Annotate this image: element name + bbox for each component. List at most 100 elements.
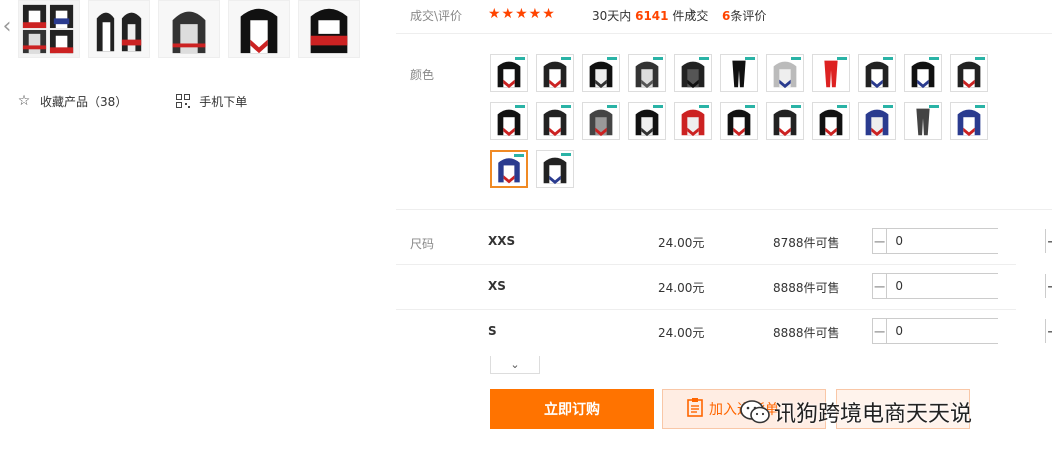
plus-icon[interactable]: + xyxy=(1045,274,1052,298)
size-stock: 8888件可售 xyxy=(773,281,840,295)
tag-marker xyxy=(607,105,617,108)
product-options-panel: 成交\评价 ★★★★★ 30天内 6141 件成交 6条评价 颜色 尺码 XXS… xyxy=(396,0,1052,460)
review-count-link[interactable]: 6条评价 xyxy=(722,7,766,24)
tag-marker xyxy=(791,105,801,108)
qr-code-icon xyxy=(175,93,191,109)
color-swatch[interactable] xyxy=(536,150,574,188)
color-swatch[interactable] xyxy=(490,102,528,140)
watermark-text: 讯狗跨境电商天天说 xyxy=(774,402,973,427)
tag-marker xyxy=(975,57,985,60)
size-stock: 8788件可售 xyxy=(773,236,840,250)
color-swatch[interactable] xyxy=(490,54,528,92)
color-swatch[interactable] xyxy=(582,102,620,140)
size-row: S 24.00元 8888件可售 − + xyxy=(396,310,1052,355)
quantity-input[interactable] xyxy=(887,319,1046,343)
thumbnail-image[interactable] xyxy=(158,0,220,58)
color-swatch[interactable] xyxy=(858,102,896,140)
watermark: 讯狗跨境电商天天说 xyxy=(740,396,972,428)
tag-marker xyxy=(653,57,663,60)
wechat-icon xyxy=(740,400,770,424)
color-swatch[interactable] xyxy=(720,54,758,92)
color-swatch[interactable] xyxy=(858,54,896,92)
tag-marker xyxy=(561,57,571,60)
color-swatch[interactable] xyxy=(904,54,942,92)
tag-marker xyxy=(837,57,847,60)
size-price: 24.00元 xyxy=(658,326,705,340)
clipboard-icon xyxy=(687,397,703,422)
color-swatch[interactable] xyxy=(536,54,574,92)
tag-marker xyxy=(653,105,663,108)
color-swatch[interactable] xyxy=(582,54,620,92)
expand-sizes-button[interactable]: ⌄ xyxy=(490,356,540,374)
mobile-order-button[interactable]: 手机下单 xyxy=(175,93,247,110)
deal-count: 30天内 6141 件成交 xyxy=(592,9,709,23)
tag-marker xyxy=(607,57,617,60)
color-swatch[interactable] xyxy=(812,102,850,140)
thumbnail-image[interactable] xyxy=(18,0,80,58)
thumbnail-image[interactable] xyxy=(88,0,150,58)
color-swatch[interactable] xyxy=(950,54,988,92)
quantity-input[interactable] xyxy=(887,274,1046,298)
tag-marker xyxy=(515,105,525,108)
prev-arrow-icon[interactable]: ‹ xyxy=(0,14,14,40)
tag-marker xyxy=(745,57,755,60)
size-price: 24.00元 xyxy=(658,281,705,295)
favorite-label: 收藏产品（38） xyxy=(40,94,128,109)
tag-marker xyxy=(929,57,939,60)
star-outline-icon: ☆ xyxy=(17,93,31,109)
color-swatch[interactable] xyxy=(904,102,942,140)
favorite-button[interactable]: ☆ 收藏产品（38） xyxy=(16,93,128,110)
tag-marker xyxy=(975,105,985,108)
tag-marker xyxy=(561,105,571,108)
quantity-input[interactable] xyxy=(887,229,1046,253)
minus-icon[interactable]: − xyxy=(873,229,888,253)
tag-marker xyxy=(883,57,893,60)
quantity-stepper: − + xyxy=(872,318,1052,344)
reviews-row: 成交\评价 ★★★★★ 30天内 6141 件成交 6条评价 xyxy=(396,0,1052,34)
tag-marker xyxy=(699,105,709,108)
color-swatch[interactable] xyxy=(950,102,988,140)
tag-marker xyxy=(699,57,709,60)
size-name: XS xyxy=(488,279,506,293)
thumbnail-image[interactable] xyxy=(298,0,360,58)
chevron-down-icon: ⌄ xyxy=(510,358,520,371)
tag-marker xyxy=(883,105,893,108)
color-swatch[interactable] xyxy=(720,102,758,140)
tag-marker xyxy=(929,105,939,108)
color-swatch[interactable] xyxy=(628,102,666,140)
mobile-order-label: 手机下单 xyxy=(199,94,248,109)
tag-marker xyxy=(561,153,571,156)
order-now-button[interactable]: 立即订购 xyxy=(490,389,654,429)
thumbnail-strip: ‹ › xyxy=(0,0,696,60)
color-swatch[interactable] xyxy=(490,150,528,188)
color-swatch[interactable] xyxy=(536,102,574,140)
plus-icon[interactable]: + xyxy=(1045,229,1052,253)
color-options: 颜色 xyxy=(396,40,1052,210)
size-options: 尺码 XXS 24.00元 8788件可售 − + XS 24.00元 8888… xyxy=(396,220,1052,360)
color-swatch[interactable] xyxy=(766,54,804,92)
color-swatch[interactable] xyxy=(674,102,712,140)
quantity-stepper: − + xyxy=(872,228,1052,254)
plus-icon[interactable]: + xyxy=(1045,319,1052,343)
size-row: XXS 24.00元 8788件可售 − + xyxy=(396,220,1052,265)
tag-marker xyxy=(837,105,847,108)
color-swatch[interactable] xyxy=(812,54,850,92)
size-name: S xyxy=(488,324,497,338)
color-swatch[interactable] xyxy=(628,54,666,92)
thumbnail-image[interactable] xyxy=(228,0,290,58)
size-row: XS 24.00元 8888件可售 − + xyxy=(396,265,1052,310)
tag-marker xyxy=(745,105,755,108)
rating-stars[interactable]: ★★★★★ xyxy=(488,6,556,22)
tag-marker xyxy=(514,154,524,157)
minus-icon[interactable]: − xyxy=(873,274,888,298)
size-price: 24.00元 xyxy=(658,236,705,250)
color-swatch[interactable] xyxy=(674,54,712,92)
quantity-stepper: − + xyxy=(872,273,1052,299)
color-swatch[interactable] xyxy=(766,102,804,140)
tag-marker xyxy=(791,57,801,60)
minus-icon[interactable]: − xyxy=(873,319,888,343)
tag-marker xyxy=(515,57,525,60)
left-actions: ☆ 收藏产品（38） 手机下单 xyxy=(16,90,376,112)
reviews-label: 成交\评价 xyxy=(410,9,463,23)
color-label: 颜色 xyxy=(410,68,435,82)
